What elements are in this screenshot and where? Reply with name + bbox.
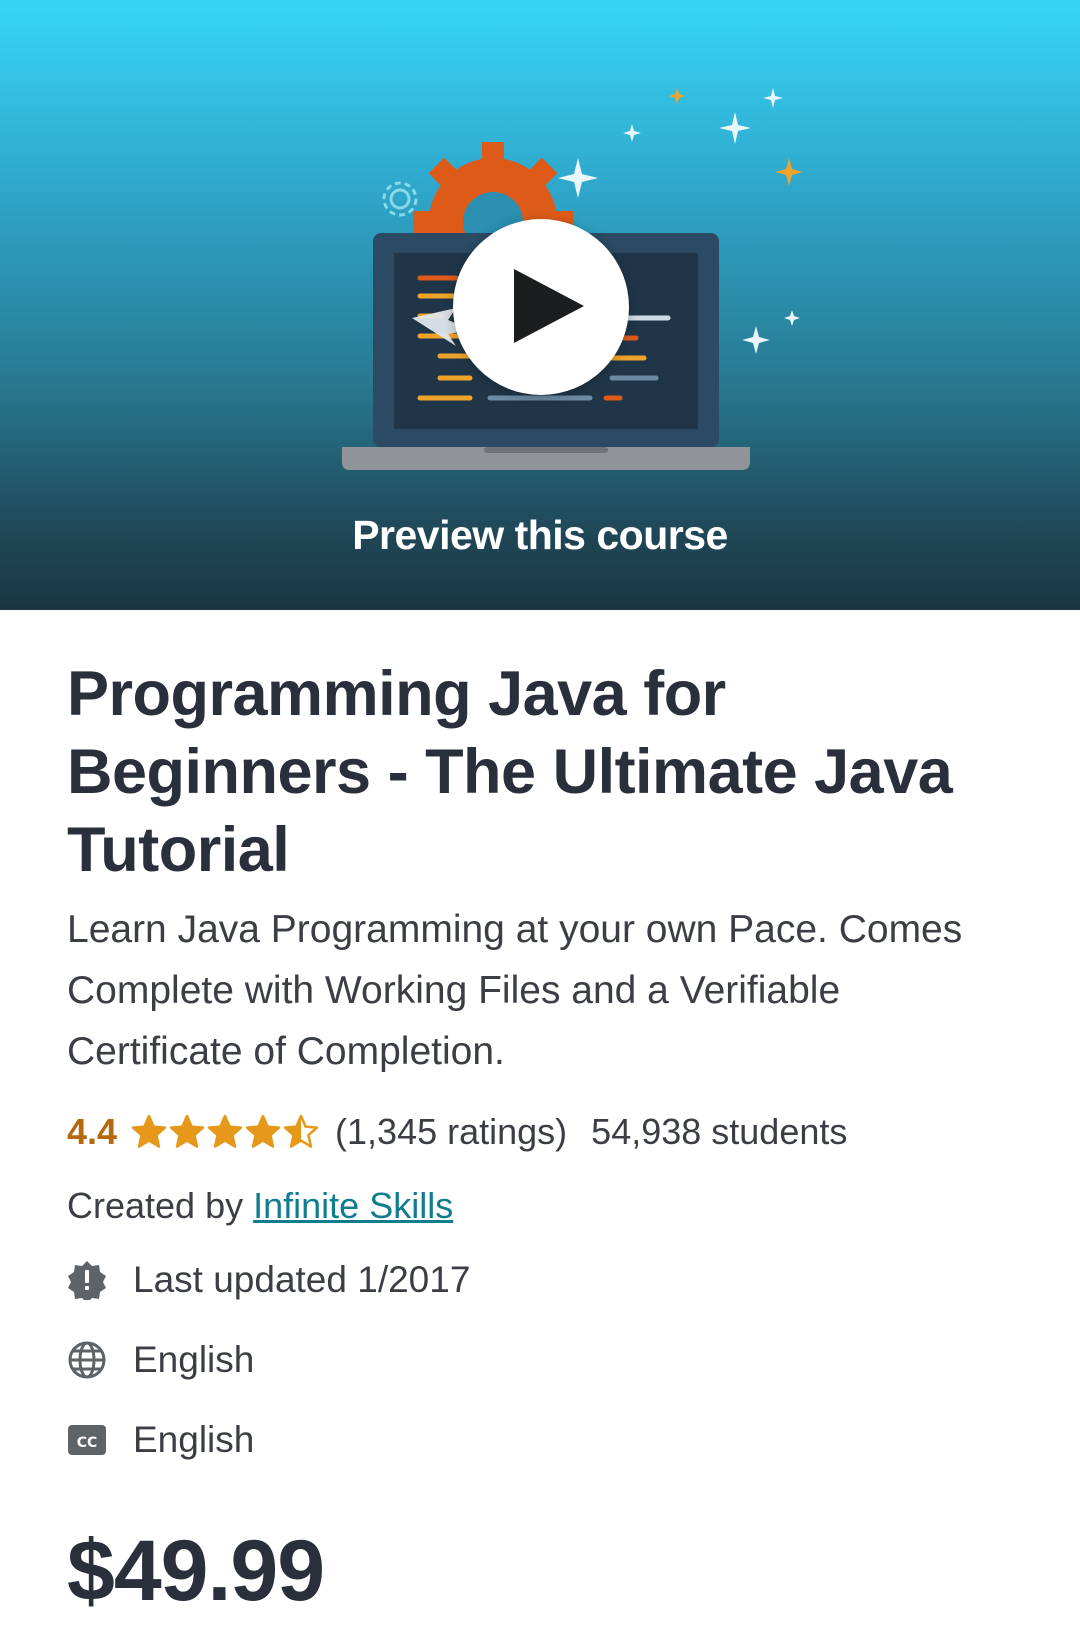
star-icon [207, 1114, 243, 1148]
star-icon [245, 1114, 281, 1148]
last-updated-text: Last updated 1/2017 [133, 1259, 471, 1300]
ratings-count: (1,345 ratings) [335, 1111, 568, 1152]
students-count: 54,938 students [591, 1111, 848, 1152]
created-by-label: Created by [67, 1185, 244, 1226]
course-title: Programming Java for Beginners - The Ult… [67, 659, 953, 885]
language-row: English [67, 1330, 1027, 1390]
globe-icon [67, 1340, 107, 1380]
alert-badge-icon [67, 1260, 107, 1300]
rating-row: 4.4 (1,345 ratings) 54,938 students [67, 1102, 1027, 1162]
author-link[interactable]: Infinite Skills [253, 1185, 453, 1226]
captions-text: English [133, 1419, 255, 1460]
language-text: English [133, 1339, 255, 1380]
rating-stars [131, 1114, 321, 1150]
svg-text:CC: CC [77, 1435, 98, 1451]
star-icon [169, 1114, 205, 1148]
play-button[interactable] [453, 219, 629, 395]
play-icon [514, 269, 584, 343]
captions-row: CC English [67, 1410, 1027, 1470]
last-updated-row: Last updated 1/2017 [67, 1250, 1027, 1310]
course-preview-video[interactable]: Preview this course [0, 0, 1080, 610]
rating-value: 4.4 [67, 1111, 118, 1152]
star-icon [283, 1114, 319, 1148]
course-subtitle: Learn Java Programming at your own Pace.… [67, 908, 963, 1073]
created-by-row: Created by Infinite Skills [67, 1176, 1027, 1236]
course-details: Programming Java for Beginners - The Ult… [67, 655, 1027, 1621]
preview-course-label: Preview this course [352, 512, 728, 558]
closed-captions-icon: CC [67, 1420, 107, 1460]
course-price: $49.99 [67, 1523, 325, 1619]
star-icon [131, 1114, 167, 1148]
